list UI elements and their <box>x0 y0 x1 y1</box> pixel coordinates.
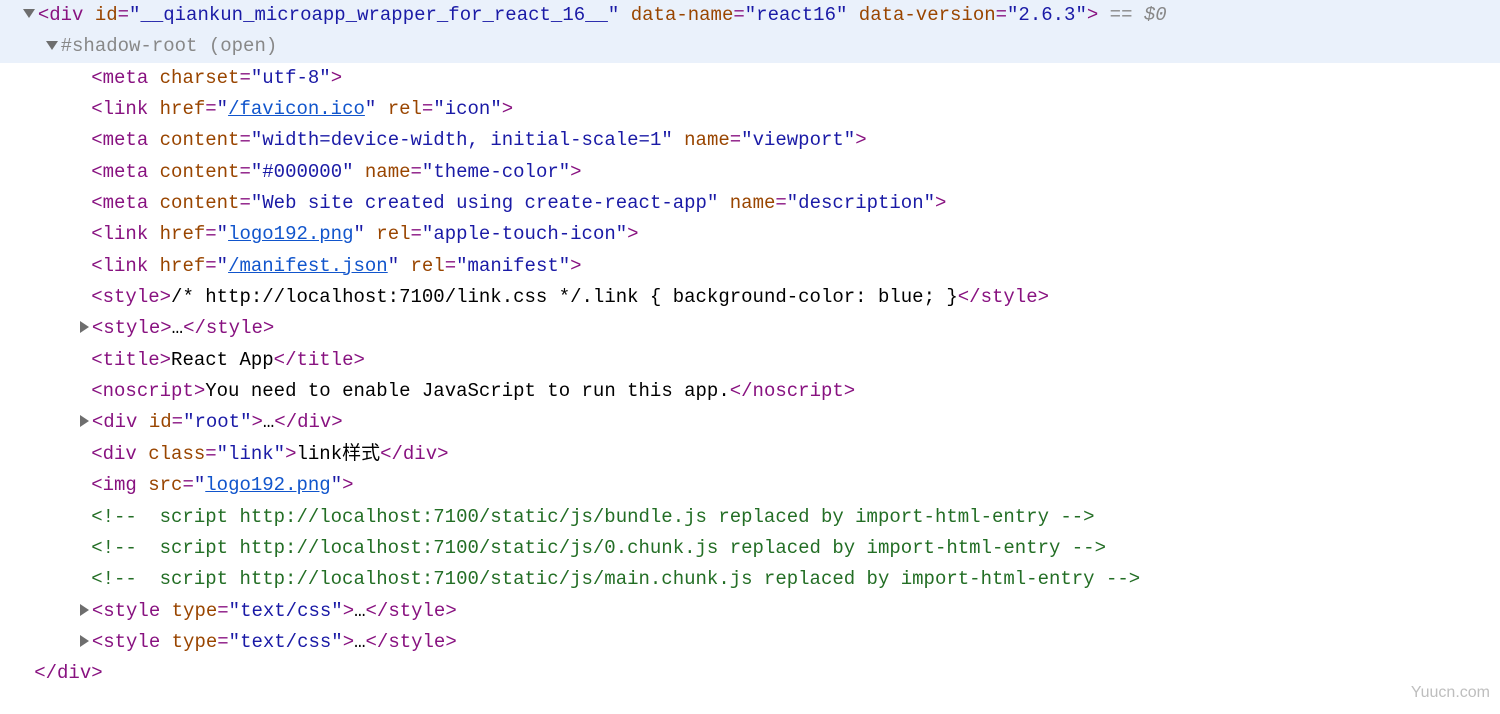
dom-node-comment[interactable]: <!-- script http://localhost:7100/static… <box>0 564 1500 595</box>
dom-node-div-root[interactable]: <div id="root">…</div> <box>0 407 1500 438</box>
dom-node-link-favicon[interactable]: <link href="/favicon.ico" rel="icon"> <box>0 94 1500 125</box>
dom-node-style-collapsed[interactable]: <style type="text/css">…</style> <box>0 596 1500 627</box>
dom-node-link-appletouch[interactable]: <link href="logo192.png" rel="apple-touc… <box>0 219 1500 250</box>
expand-arrow-icon[interactable] <box>80 415 89 427</box>
dom-node-style-inline[interactable]: <style>/* http://localhost:7100/link.css… <box>0 282 1500 313</box>
dom-node-div-link[interactable]: <div class="link">link样式</div> <box>0 439 1500 470</box>
dom-node-img[interactable]: <img src="logo192.png"> <box>0 470 1500 501</box>
dom-node-noscript[interactable]: <noscript>You need to enable JavaScript … <box>0 376 1500 407</box>
dom-node-style-collapsed[interactable]: <style type="text/css">…</style> <box>0 627 1500 658</box>
src-link[interactable]: logo192.png <box>205 474 330 496</box>
shadow-root-label[interactable]: #shadow-root (open) <box>0 31 1500 62</box>
dom-node-style-collapsed[interactable]: <style>…</style> <box>0 313 1500 344</box>
href-link[interactable]: /manifest.json <box>228 255 388 277</box>
expand-arrow-icon[interactable] <box>23 9 35 18</box>
href-link[interactable]: logo192.png <box>228 223 353 245</box>
dom-node-meta-description[interactable]: <meta content="Web site created using cr… <box>0 188 1500 219</box>
devtools-elements-panel: <div id="__qiankun_microapp_wrapper_for_… <box>0 0 1500 690</box>
dom-node-div-wrapper[interactable]: <div id="__qiankun_microapp_wrapper_for_… <box>0 0 1500 31</box>
expand-arrow-icon[interactable] <box>46 41 58 50</box>
dom-node-meta-themecolor[interactable]: <meta content="#000000" name="theme-colo… <box>0 157 1500 188</box>
dom-node-link-manifest[interactable]: <link href="/manifest.json" rel="manifes… <box>0 251 1500 282</box>
dom-node-title[interactable]: <title>React App</title> <box>0 345 1500 376</box>
dom-node-comment[interactable]: <!-- script http://localhost:7100/static… <box>0 533 1500 564</box>
href-link[interactable]: /favicon.ico <box>228 98 365 120</box>
dom-node-meta-viewport[interactable]: <meta content="width=device-width, initi… <box>0 125 1500 156</box>
dom-node-meta-charset[interactable]: <meta charset="utf-8"> <box>0 63 1500 94</box>
expand-arrow-icon[interactable] <box>80 321 89 333</box>
watermark: Yuucn.com <box>1411 680 1490 706</box>
dom-node-comment[interactable]: <!-- script http://localhost:7100/static… <box>0 502 1500 533</box>
dom-node-div-close[interactable]: </div> <box>0 658 1500 689</box>
expand-arrow-icon[interactable] <box>80 604 89 616</box>
expand-arrow-icon[interactable] <box>80 635 89 647</box>
